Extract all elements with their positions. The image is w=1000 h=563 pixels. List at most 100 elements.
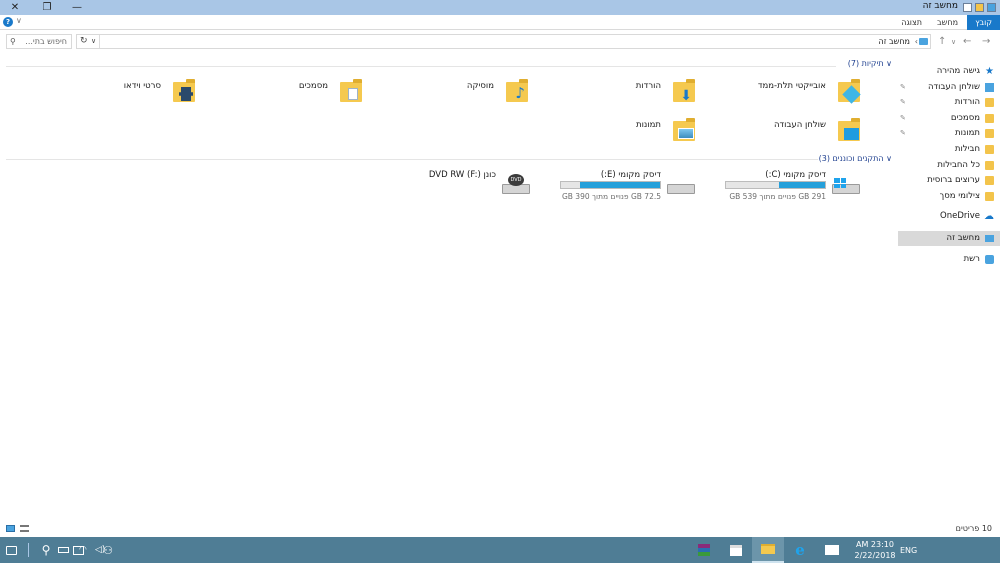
folder-label: אובייקטי תלת-ממד [757,81,826,91]
taskbar-file-explorer-button[interactable] [752,537,784,563]
folder-tile-music[interactable]: ♪ מוסיקה [368,79,528,113]
window-app-icon[interactable] [987,3,996,12]
up-button[interactable]: ↑ [938,36,946,47]
forward-button[interactable]: → [982,36,990,47]
downloads-folder-icon [985,98,994,107]
search-icon: ⚲ [41,543,51,557]
dvd-label: DVD [508,174,524,186]
nav-label: מסמכים [950,113,980,123]
taskbar-store-button[interactable] [720,537,752,563]
desktop-folder-icon [834,118,860,144]
taskbar-edge-button[interactable]: e [784,537,816,563]
nav-network[interactable]: רשת [898,252,1000,267]
nav-downloads[interactable]: הורדות ✎ [898,95,1000,110]
task-view-button[interactable] [62,537,94,563]
folder-tile-documents[interactable]: מסמכים [202,79,362,113]
nav-folder-packages[interactable]: חבילות [898,142,1000,157]
address-dropdown-icon[interactable]: ∨ [91,35,101,48]
taskbar-people-button[interactable]: ⚇ [92,537,124,563]
devices-group-title: התקנים וכוננים (3) [818,154,884,163]
status-bar: 10 פריטים [0,521,1000,537]
drive-tile-c[interactable]: דיסק מקומי (C:) 291 GB פנויים מתוך 539 G… [690,170,860,206]
large-icons-view-button[interactable] [6,525,15,532]
breadcrumb-this-pc[interactable]: מחשב זה [879,35,911,48]
pin-icon[interactable]: ✎ [900,80,906,95]
drive-tile-f[interactable]: DVD כונן DVD RW (F:) [360,170,530,206]
search-input[interactable]: חיפוש בתי... [25,37,67,46]
folders-group-header[interactable]: ∨ תיקיות (7) [848,59,892,73]
hard-drive-icon [667,178,695,194]
nav-label: גישה מהירה [936,66,980,76]
close-button[interactable]: ✕ [0,0,30,15]
pin-icon[interactable]: ✎ [900,111,906,126]
drive-free-space: 72.5 GB פנויים מתוך 390 GB [561,192,661,201]
address-row: ⚲ חיפוש בתי... ↻ ∨ › מחשב זה ↑ ∨ ← → [0,31,1000,51]
recent-locations-button[interactable]: ∨ [951,38,956,46]
clock[interactable]: AM 23:10 2/22/2018 [852,539,898,561]
details-view-button[interactable] [20,525,29,532]
window-title: מחשב זה [922,1,958,11]
devices-group-header[interactable]: ∨ התקנים וכוננים (3) [819,154,892,168]
taskbar: ◠ ◁) ENG AM 23:10 2/22/2018 e ⚇ ⚲ [0,537,1000,563]
taskbar-search-button[interactable]: ⚲ [30,537,62,563]
music-folder-icon: ♪ [502,79,528,105]
nav-label: חבילות [954,144,980,154]
language-label: ENG [900,545,918,555]
quick-access-properties-icon[interactable] [963,3,972,12]
folder-tile-desktop[interactable]: שולחן העבודה [700,118,860,152]
nav-folder-all-packages[interactable]: כל החבילות [898,158,1000,173]
clock-date: 2/22/2018 [854,551,896,560]
nav-folder-screenshots[interactable]: צילומי מסך [898,189,1000,204]
taskbar-mail-button[interactable] [816,537,848,563]
dvd-drive-icon: DVD [502,174,530,194]
chevron-right-icon[interactable]: › [915,35,918,48]
search-box[interactable]: ⚲ חיפוש בתי... [6,34,72,49]
folder-tile-pictures[interactable]: תמונות [535,118,695,152]
nav-desktop[interactable]: שולחן העבודה ✎ [898,80,1000,95]
help-button[interactable]: ? [3,17,13,27]
nav-documents[interactable]: מסמכים ✎ [898,111,1000,126]
tab-file[interactable]: קובץ [967,15,1000,30]
drive-tile-e[interactable]: דיסק מקומי (E:) 72.5 GB פנויים מתוך 390 … [525,170,695,206]
back-button[interactable]: ← [963,36,971,47]
drive-usage-bar [560,181,661,189]
taskbar-winrar-button[interactable] [688,537,720,563]
desktop-folder-icon [985,83,994,92]
downloads-folder-icon: ⬇ [669,79,695,105]
file-explorer-icon [761,544,775,554]
nav-pictures[interactable]: תמונות ✎ [898,126,1000,141]
minimize-button[interactable]: — [62,0,92,15]
ribbon-expand-button[interactable]: ∨ [16,16,22,25]
pin-icon[interactable]: ✎ [900,95,906,110]
this-pc-icon [985,235,994,242]
address-bar[interactable]: ↻ ∨ › מחשב זה [76,34,931,49]
tab-view[interactable]: תצוגה [893,15,930,30]
windows-drive-icon [832,178,860,194]
nav-onedrive[interactable]: ☁ OneDrive [898,209,1000,224]
nav-label: הורדות [954,97,980,107]
tab-computer[interactable]: מחשב [929,15,966,30]
drive-usage-fill [779,182,825,188]
maximize-icon: ❐ [42,2,52,13]
language-indicator[interactable]: ENG [900,537,917,563]
pin-icon[interactable]: ✎ [900,126,906,141]
nav-quick-access[interactable]: ★ גישה מהירה [898,64,1000,79]
show-desktop-icon[interactable] [28,537,29,563]
folder-tile-downloads[interactable]: ⬇ הורדות [535,79,695,113]
notification-center-icon[interactable] [6,537,17,563]
folder-label: סרטי וידאו [123,81,161,91]
nav-this-pc[interactable]: מחשב זה [898,231,1000,246]
quick-access-new-folder-icon[interactable] [975,3,984,12]
pictures-folder-icon [669,118,695,144]
this-pc-icon [919,38,928,45]
nav-folder-russian-channels[interactable]: ערוצים ברוסית [898,173,1000,188]
folder-label: מוסיקה [466,81,494,91]
group-divider [6,159,818,160]
title-bar: ✕ ❐ — מחשב זה [0,0,1000,15]
store-icon [730,544,742,556]
folder-tile-3d-objects[interactable]: אובייקטי תלת-ממד [700,79,861,113]
folder-tile-videos[interactable]: סרטי וידאו [35,79,195,113]
refresh-icon[interactable]: ↻ [80,35,88,48]
maximize-button[interactable]: ❐ [32,0,62,15]
drive-name: דיסק מקומי (C:) [765,170,826,180]
